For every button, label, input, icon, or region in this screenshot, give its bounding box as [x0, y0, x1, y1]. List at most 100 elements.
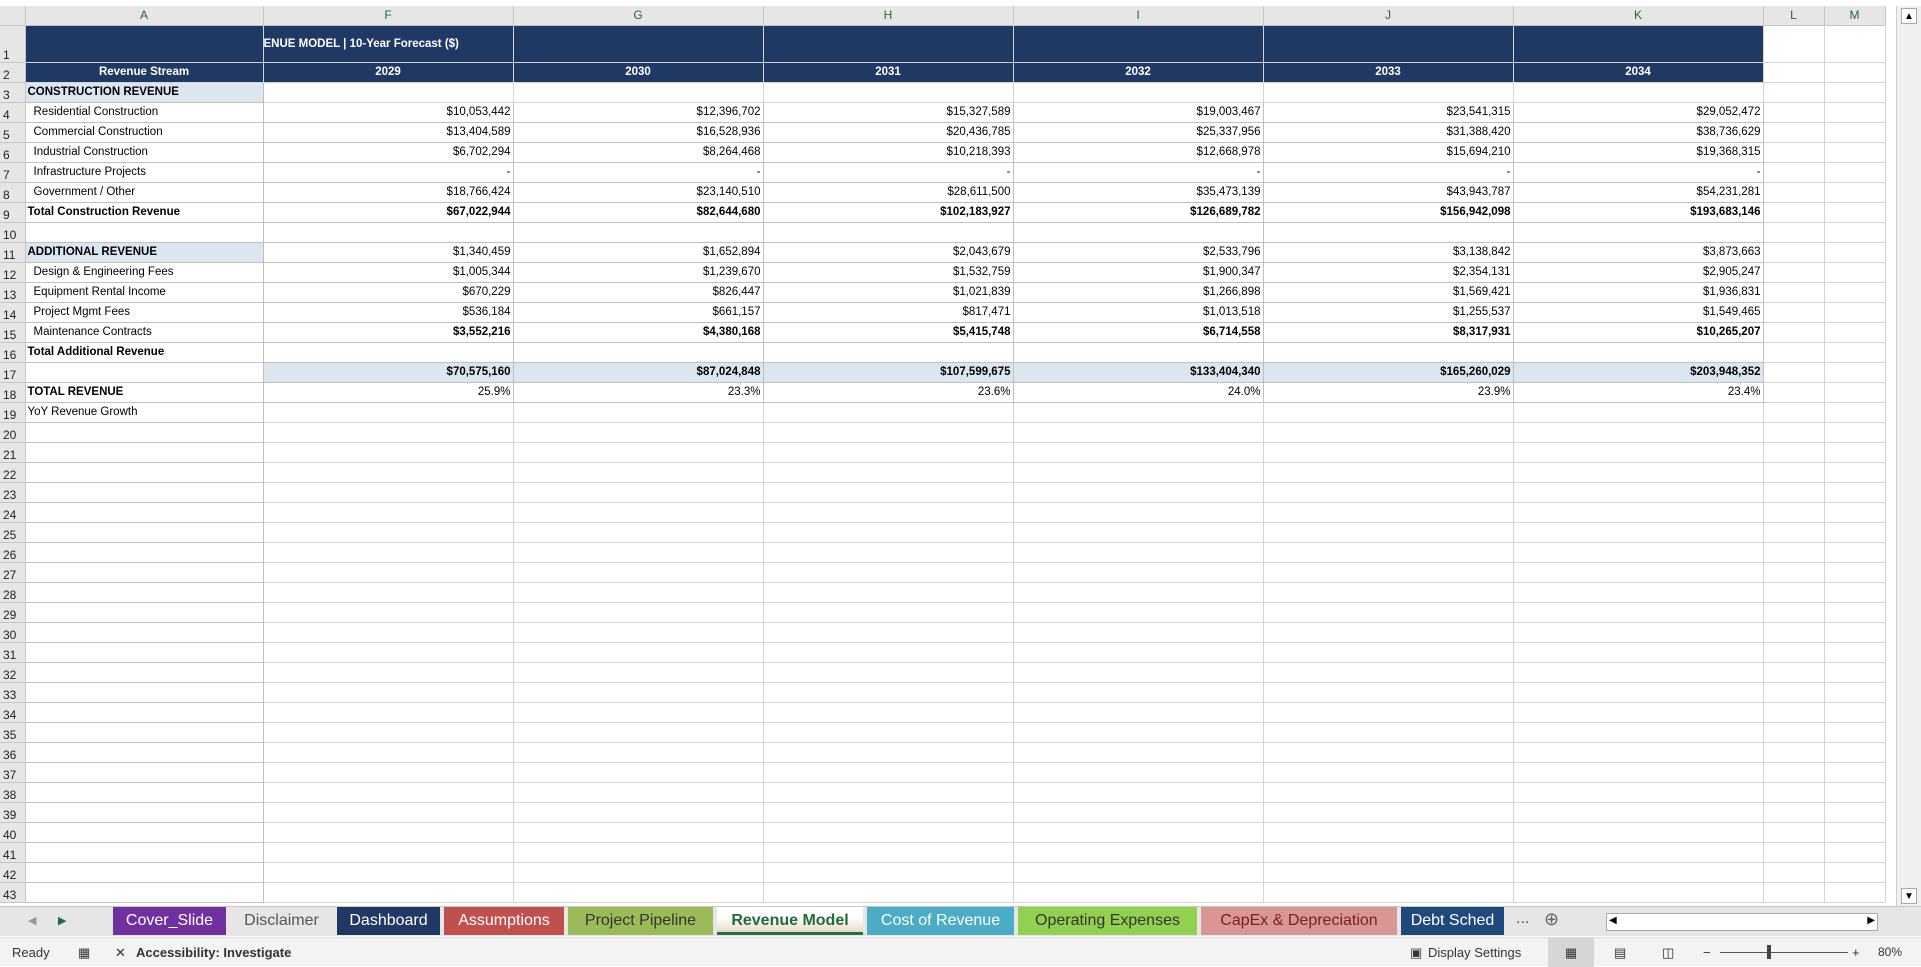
cell[interactable] [1824, 582, 1886, 603]
cell[interactable] [1824, 282, 1886, 303]
value-cell[interactable]: $203,948,352 [1513, 362, 1764, 383]
row-label-cell[interactable] [25, 222, 264, 243]
cell[interactable] [263, 642, 514, 663]
value-cell[interactable] [513, 342, 764, 363]
cell[interactable] [1013, 522, 1264, 543]
value-cell[interactable]: $12,396,702 [513, 102, 764, 123]
cell[interactable] [25, 542, 264, 563]
cell[interactable] [513, 662, 764, 683]
cell[interactable] [25, 702, 264, 723]
cell[interactable] [1513, 682, 1764, 703]
cell[interactable] [1824, 25, 1886, 63]
value-cell[interactable]: $19,368,315 [1513, 142, 1764, 163]
row-label-cell[interactable]: ADDITIONAL REVENUE [25, 242, 264, 263]
cell[interactable] [25, 762, 264, 783]
cell[interactable] [1263, 542, 1514, 563]
cell[interactable] [263, 582, 514, 603]
row-header[interactable]: 11 [0, 242, 26, 263]
cell[interactable] [25, 582, 264, 603]
cell[interactable] [1824, 102, 1886, 123]
sheet-tab-disclaimer[interactable]: Disclaimer [230, 907, 333, 935]
value-cell[interactable]: $70,575,160 [263, 362, 514, 383]
cell[interactable] [513, 602, 764, 623]
cell[interactable] [1263, 662, 1514, 683]
cell[interactable] [263, 522, 514, 543]
sheet-tab-debt-sched[interactable]: Debt Sched [1401, 907, 1504, 935]
cell[interactable] [25, 642, 264, 663]
cell[interactable] [1263, 462, 1514, 483]
value-cell[interactable]: $8,317,931 [1263, 322, 1514, 343]
value-cell[interactable]: $15,327,589 [763, 102, 1014, 123]
row-header[interactable]: 32 [0, 662, 26, 683]
value-cell[interactable]: $193,683,146 [1513, 202, 1764, 223]
select-all-corner[interactable] [0, 6, 26, 26]
cell[interactable] [1763, 462, 1825, 483]
cell[interactable] [1013, 442, 1264, 463]
row-header[interactable]: 4 [0, 102, 26, 123]
cell[interactable] [25, 842, 264, 863]
cell[interactable] [263, 562, 514, 583]
row-header[interactable]: 17 [0, 362, 26, 383]
row-label-cell[interactable]: Government / Other [25, 182, 264, 203]
value-cell[interactable]: $661,157 [513, 302, 764, 323]
row-label-cell[interactable]: Residential Construction [25, 102, 264, 123]
cell[interactable] [1824, 742, 1886, 763]
value-cell[interactable] [513, 82, 764, 103]
row-label-cell[interactable]: Design & Engineering Fees [25, 262, 264, 283]
cell[interactable] [1513, 802, 1764, 823]
cell[interactable] [25, 502, 264, 523]
value-cell[interactable]: $20,436,785 [763, 122, 1014, 143]
cell[interactable] [1013, 702, 1264, 723]
macro-record-icon[interactable]: ▦ [78, 945, 90, 961]
row-label-cell[interactable]: Maintenance Contracts [25, 322, 264, 343]
value-cell[interactable]: $165,260,029 [1263, 362, 1514, 383]
cell[interactable] [513, 442, 764, 463]
cell[interactable] [1513, 882, 1764, 903]
cell[interactable] [1763, 782, 1825, 803]
row-header[interactable]: 38 [0, 782, 26, 803]
row-header[interactable]: 29 [0, 602, 26, 623]
row-header[interactable]: 31 [0, 642, 26, 663]
cell[interactable] [1513, 662, 1764, 683]
cell[interactable] [1513, 522, 1764, 543]
value-cell[interactable]: $67,022,944 [263, 202, 514, 223]
cell[interactable] [513, 522, 764, 543]
cell[interactable] [1763, 862, 1825, 883]
cell[interactable] [763, 25, 1014, 63]
cell[interactable] [1263, 882, 1514, 903]
cell[interactable] [1013, 462, 1264, 483]
cell[interactable] [1513, 622, 1764, 643]
cell[interactable] [263, 462, 514, 483]
value-cell[interactable]: $826,447 [513, 282, 764, 303]
cell[interactable] [1513, 582, 1764, 603]
cell[interactable] [25, 742, 264, 763]
cell[interactable] [1824, 862, 1886, 883]
cell[interactable] [1513, 462, 1764, 483]
cell[interactable] [25, 522, 264, 543]
cell[interactable] [763, 522, 1014, 543]
value-cell[interactable] [1263, 402, 1514, 423]
row-header[interactable]: 36 [0, 742, 26, 763]
cell[interactable] [1824, 62, 1886, 83]
row-header[interactable]: 6 [0, 142, 26, 163]
value-cell[interactable]: 23.6% [763, 382, 1014, 403]
value-cell[interactable]: 23.3% [513, 382, 764, 403]
cell[interactable] [763, 602, 1014, 623]
value-cell[interactable]: $10,053,442 [263, 102, 514, 123]
cell[interactable] [1013, 842, 1264, 863]
value-cell[interactable]: $54,231,281 [1513, 182, 1764, 203]
cell[interactable] [763, 582, 1014, 603]
cell[interactable] [1513, 542, 1764, 563]
column-header-J[interactable]: J [1263, 6, 1514, 26]
cell[interactable] [763, 662, 1014, 683]
spreadsheet-grid[interactable]: A F G H I J K L M 1 ENUE MODEL | 10-Year Forecast … [0, 6, 1886, 903]
value-cell[interactable]: $1,005,344 [263, 262, 514, 283]
cell[interactable] [1824, 402, 1886, 423]
cell[interactable] [1763, 602, 1825, 623]
cell[interactable] [1763, 622, 1825, 643]
normal-view-icon[interactable]: ▦ [1548, 938, 1594, 967]
value-cell[interactable] [263, 342, 514, 363]
cell[interactable] [263, 702, 514, 723]
add-sheet-icon[interactable]: ⊕ [1544, 909, 1559, 930]
cell[interactable] [1763, 762, 1825, 783]
